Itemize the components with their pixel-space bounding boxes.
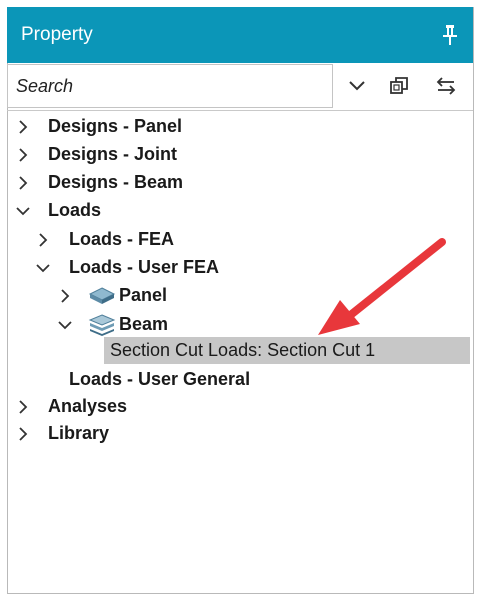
tree-item-label: Designs - Panel — [48, 116, 183, 136]
tree-item-designs-panel[interactable]: Designs - Panel — [7, 113, 307, 140]
chevron-down-icon[interactable] — [58, 318, 72, 332]
callout-arrow-icon — [318, 238, 446, 335]
tree-item-label: Loads - User FEA — [69, 257, 220, 277]
chevron-down-icon[interactable] — [343, 72, 371, 100]
beam-icon — [88, 314, 116, 336]
tree-item-label: Loads - FEA — [69, 229, 175, 249]
tree-item-library[interactable]: Library — [7, 420, 307, 447]
tree-item-label: Panel — [119, 285, 168, 305]
search-input[interactable] — [7, 64, 333, 108]
tree-item-loads-fea[interactable]: Loads - FEA — [7, 226, 307, 253]
chevron-right-icon[interactable] — [16, 176, 30, 190]
search-toolbar — [7, 64, 473, 111]
property-tree: Designs - Panel Designs - Joint Designs … — [7, 110, 473, 593]
panel-title: Property — [21, 24, 93, 45]
tree-item-label: Designs - Joint — [48, 144, 178, 164]
tree-item-label: Beam — [119, 314, 169, 334]
panel-icon — [88, 287, 116, 304]
chevron-right-icon[interactable] — [16, 120, 30, 134]
tree-item-label: Designs - Beam — [48, 172, 184, 192]
tree-item-label: Library — [48, 423, 110, 443]
tree-item-beam[interactable]: Beam — [7, 311, 307, 338]
tree-item-label: Loads — [48, 200, 102, 220]
chevron-right-icon[interactable] — [58, 289, 72, 303]
tree-item-analyses[interactable]: Analyses — [7, 393, 307, 420]
tree-item-loads-user-fea[interactable]: Loads - User FEA — [7, 254, 307, 281]
tree-item-loads[interactable]: Loads — [7, 197, 307, 224]
panel-header: Property — [7, 7, 473, 63]
chevron-down-icon[interactable] — [16, 204, 30, 218]
pin-icon[interactable] — [441, 23, 459, 47]
copy-windows-icon[interactable] — [385, 72, 413, 100]
chevron-right-icon[interactable] — [16, 400, 30, 414]
tree-item-designs-joint[interactable]: Designs - Joint — [7, 141, 307, 168]
tree-item-label: Loads - User General — [69, 369, 251, 389]
swap-arrows-icon[interactable] — [432, 72, 460, 100]
chevron-right-icon[interactable] — [16, 427, 30, 441]
tree-item-label: Analyses — [48, 396, 128, 416]
tree-item-designs-beam[interactable]: Designs - Beam — [7, 169, 307, 196]
chevron-right-icon[interactable] — [36, 233, 50, 247]
chevron-right-icon[interactable] — [16, 148, 30, 162]
tree-item-panel[interactable]: Panel — [7, 282, 307, 309]
chevron-down-icon[interactable] — [36, 261, 50, 275]
tree-item-loads-user-general[interactable]: Loads - User General — [7, 366, 307, 393]
